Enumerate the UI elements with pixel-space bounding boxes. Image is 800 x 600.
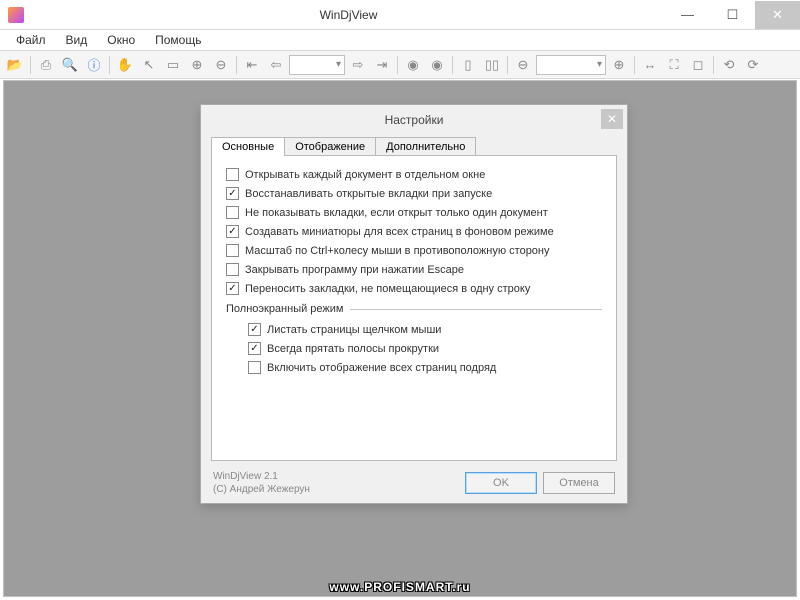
prev-page-icon[interactable]: ⇦ xyxy=(265,54,287,76)
checkbox-icon[interactable] xyxy=(226,244,239,257)
ok-button[interactable]: OK xyxy=(465,472,537,494)
print-icon[interactable]: ⎙ xyxy=(35,54,57,76)
tab-display[interactable]: Отображение xyxy=(284,137,376,156)
first-page-icon[interactable]: ⇤ xyxy=(241,54,263,76)
settings-dialog: Настройки ✕ Основные Отображение Дополни… xyxy=(200,104,628,504)
tab-advanced[interactable]: Дополнительно xyxy=(375,137,476,156)
watermark: www.PROFISMART.ru xyxy=(0,580,800,594)
select-icon[interactable]: ↖ xyxy=(138,54,160,76)
pan-icon[interactable]: ✋ xyxy=(114,54,136,76)
zoom-out-icon[interactable]: ⊖ xyxy=(210,54,232,76)
nav-back-icon[interactable]: ◉ xyxy=(402,54,424,76)
checkbox-icon[interactable] xyxy=(226,263,239,276)
facing-pages-icon[interactable]: ▯▯ xyxy=(481,54,503,76)
fit-width-icon[interactable]: ↔ xyxy=(639,54,661,76)
checkbox-icon[interactable] xyxy=(226,168,239,181)
last-page-icon[interactable]: ⇥ xyxy=(371,54,393,76)
menu-help[interactable]: Помощь xyxy=(145,31,211,49)
checkbox-icon[interactable] xyxy=(226,206,239,219)
option-row[interactable]: Закрывать программу при нажатии Escape xyxy=(226,263,602,276)
menubar: Файл Вид Окно Помощь xyxy=(0,30,800,51)
zoom-minus-icon[interactable]: ⊖ xyxy=(512,54,534,76)
maximize-button[interactable]: ☐ xyxy=(710,1,755,29)
zoom-in-icon[interactable]: ⊕ xyxy=(186,54,208,76)
checkbox-icon[interactable] xyxy=(226,187,239,200)
option-row[interactable]: Всегда прятать полосы прокрутки xyxy=(248,342,602,355)
titlebar: WinDjView — ☐ ✕ xyxy=(0,0,800,30)
checkbox-icon[interactable] xyxy=(248,361,261,374)
option-row[interactable]: Создавать миниатюры для всех страниц в ф… xyxy=(226,225,602,238)
tab-panel: Открывать каждый документ в отдельном ок… xyxy=(211,155,617,461)
zoom-combo[interactable]: ▾ xyxy=(536,55,606,75)
option-row[interactable]: Листать страницы щелчком мыши xyxy=(248,323,602,336)
window-title: WinDjView xyxy=(32,8,665,22)
zoom-plus-icon[interactable]: ⊕ xyxy=(608,54,630,76)
app-icon xyxy=(8,7,24,23)
fit-page-icon[interactable]: ⛶ xyxy=(663,54,685,76)
dialog-close-button[interactable]: ✕ xyxy=(601,109,623,129)
tab-general[interactable]: Основные xyxy=(211,137,285,156)
tab-strip: Основные Отображение Дополнительно xyxy=(211,137,617,156)
option-row[interactable]: Открывать каждый документ в отдельном ок… xyxy=(226,168,602,181)
actual-size-icon[interactable]: ◻ xyxy=(687,54,709,76)
checkbox-icon[interactable] xyxy=(248,323,261,336)
menu-file[interactable]: Файл xyxy=(6,31,56,49)
rotate-right-icon[interactable]: ⟳ xyxy=(742,54,764,76)
option-row[interactable]: Переносить закладки, не помещающиеся в о… xyxy=(226,282,602,295)
info-icon[interactable]: ⓘ xyxy=(83,54,105,76)
menu-window[interactable]: Окно xyxy=(97,31,145,49)
option-row[interactable]: Масштаб по Ctrl+колесу мыши в противопол… xyxy=(226,244,602,257)
option-row[interactable]: Включить отображение всех страниц подряд xyxy=(248,361,602,374)
open-icon[interactable]: 📂 xyxy=(4,54,26,76)
option-row[interactable]: Не показывать вкладки, если открыт тольк… xyxy=(226,206,602,219)
cancel-button[interactable]: Отмена xyxy=(543,472,615,494)
checkbox-icon[interactable] xyxy=(226,282,239,295)
checkbox-icon[interactable] xyxy=(248,342,261,355)
checkbox-icon[interactable] xyxy=(226,225,239,238)
minimize-button[interactable]: — xyxy=(665,1,710,29)
next-page-icon[interactable]: ⇨ xyxy=(347,54,369,76)
nav-fwd-icon[interactable]: ◉ xyxy=(426,54,448,76)
single-page-icon[interactable]: ▯ xyxy=(457,54,479,76)
toolbar: 📂 ⎙ 🔍 ⓘ ✋ ↖ ▭ ⊕ ⊖ ⇤ ⇦ ▾ ⇨ ⇥ ◉ ◉ ▯ ▯▯ ⊖ ▾… xyxy=(0,51,800,79)
find-icon[interactable]: 🔍 xyxy=(59,54,81,76)
menu-view[interactable]: Вид xyxy=(56,31,98,49)
marquee-icon[interactable]: ▭ xyxy=(162,54,184,76)
dialog-footer: WinDjView 2.1 (C) Андрей Жежерун OK Отме… xyxy=(201,470,627,506)
close-button[interactable]: ✕ xyxy=(755,1,800,29)
version-info: WinDjView 2.1 (C) Андрей Жежерун xyxy=(213,470,310,496)
rotate-left-icon[interactable]: ⟲ xyxy=(718,54,740,76)
page-combo[interactable]: ▾ xyxy=(289,55,345,75)
dialog-title: Настройки ✕ xyxy=(201,105,627,135)
option-row[interactable]: Восстанавливать открытые вкладки при зап… xyxy=(226,187,602,200)
fullscreen-group-label: Полноэкранный режим xyxy=(226,303,602,315)
